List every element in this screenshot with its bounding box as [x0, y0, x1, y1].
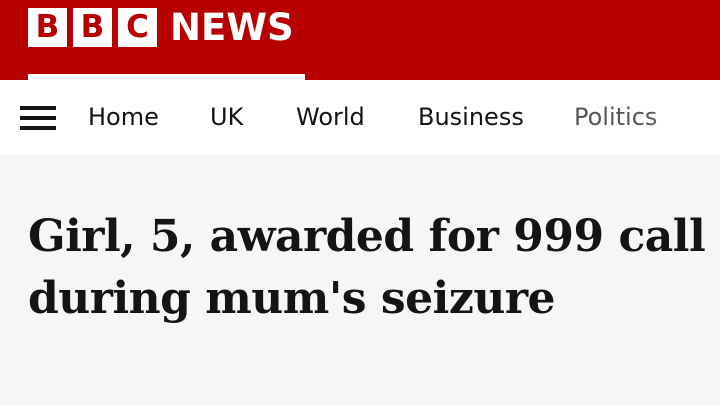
nav-item-politics[interactable]: Politics: [574, 100, 657, 134]
logo-news-wordmark: NEWS: [170, 6, 294, 49]
nav-scroll-fade: [650, 80, 720, 154]
logo-letter-b2: B: [73, 8, 112, 47]
menu-bar-top: [20, 106, 56, 110]
nav-item-world[interactable]: World: [296, 100, 365, 134]
nav-item-business[interactable]: Business: [418, 100, 524, 134]
masthead: B B C NEWS: [0, 0, 720, 80]
logo-letter-b1: B: [28, 8, 67, 47]
article-headline: Girl, 5, awarded for 999 call during mum…: [28, 211, 706, 324]
section-navigation: Home UK World Business Politics: [0, 80, 720, 154]
menu-bar-middle: [20, 116, 56, 120]
nav-item-home[interactable]: Home: [88, 100, 159, 134]
hamburger-menu-icon[interactable]: [20, 106, 56, 130]
nav-item-uk[interactable]: UK: [210, 100, 243, 134]
logo-letter-c: C: [118, 8, 157, 47]
bbc-news-logo[interactable]: B B C NEWS: [28, 8, 294, 47]
menu-bar-bottom: [20, 126, 56, 130]
